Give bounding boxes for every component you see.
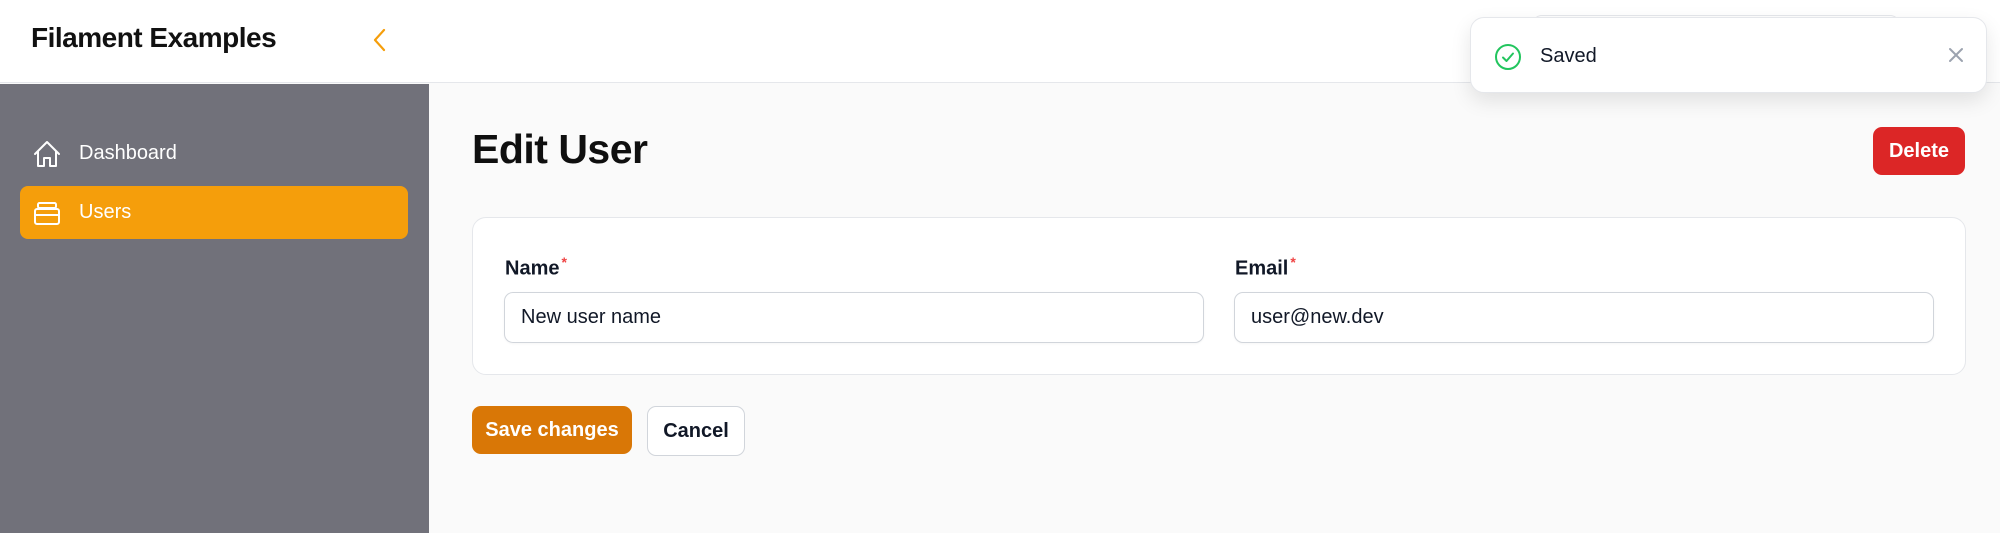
email-label: Email * (1235, 254, 1296, 281)
close-notification-button[interactable] (1941, 40, 1971, 70)
email-label-text: Email (1235, 257, 1289, 280)
sidebar-item-dashboard[interactable]: Dashboard (20, 127, 408, 180)
collapse-sidebar-button[interactable] (364, 24, 396, 56)
x-mark-icon (1949, 48, 1963, 62)
required-mark: * (561, 254, 567, 270)
cancel-button[interactable]: Cancel (647, 406, 745, 456)
sidebar-item-label: Dashboard (79, 142, 177, 164)
brand-title: Filament Examples (31, 22, 277, 53)
home-icon (32, 139, 62, 169)
archive-box-icon (32, 198, 62, 228)
check-circle-icon (1493, 42, 1523, 72)
saved-notification: Saved (1470, 17, 1987, 93)
sidebar-item-label: Users (79, 201, 132, 223)
sidebar-item-users[interactable]: Users (20, 186, 408, 239)
chevron-left-icon (373, 28, 386, 52)
save-changes-button[interactable]: Save changes (472, 406, 632, 454)
required-mark: * (1290, 254, 1296, 270)
name-label: Name * (505, 254, 567, 281)
name-field[interactable] (504, 292, 1204, 343)
page-title: Edit User (472, 126, 648, 172)
notification-text: Saved (1540, 45, 1597, 67)
delete-button[interactable]: Delete (1873, 127, 1965, 175)
name-label-text: Name (505, 257, 560, 280)
email-field[interactable] (1234, 292, 1934, 343)
